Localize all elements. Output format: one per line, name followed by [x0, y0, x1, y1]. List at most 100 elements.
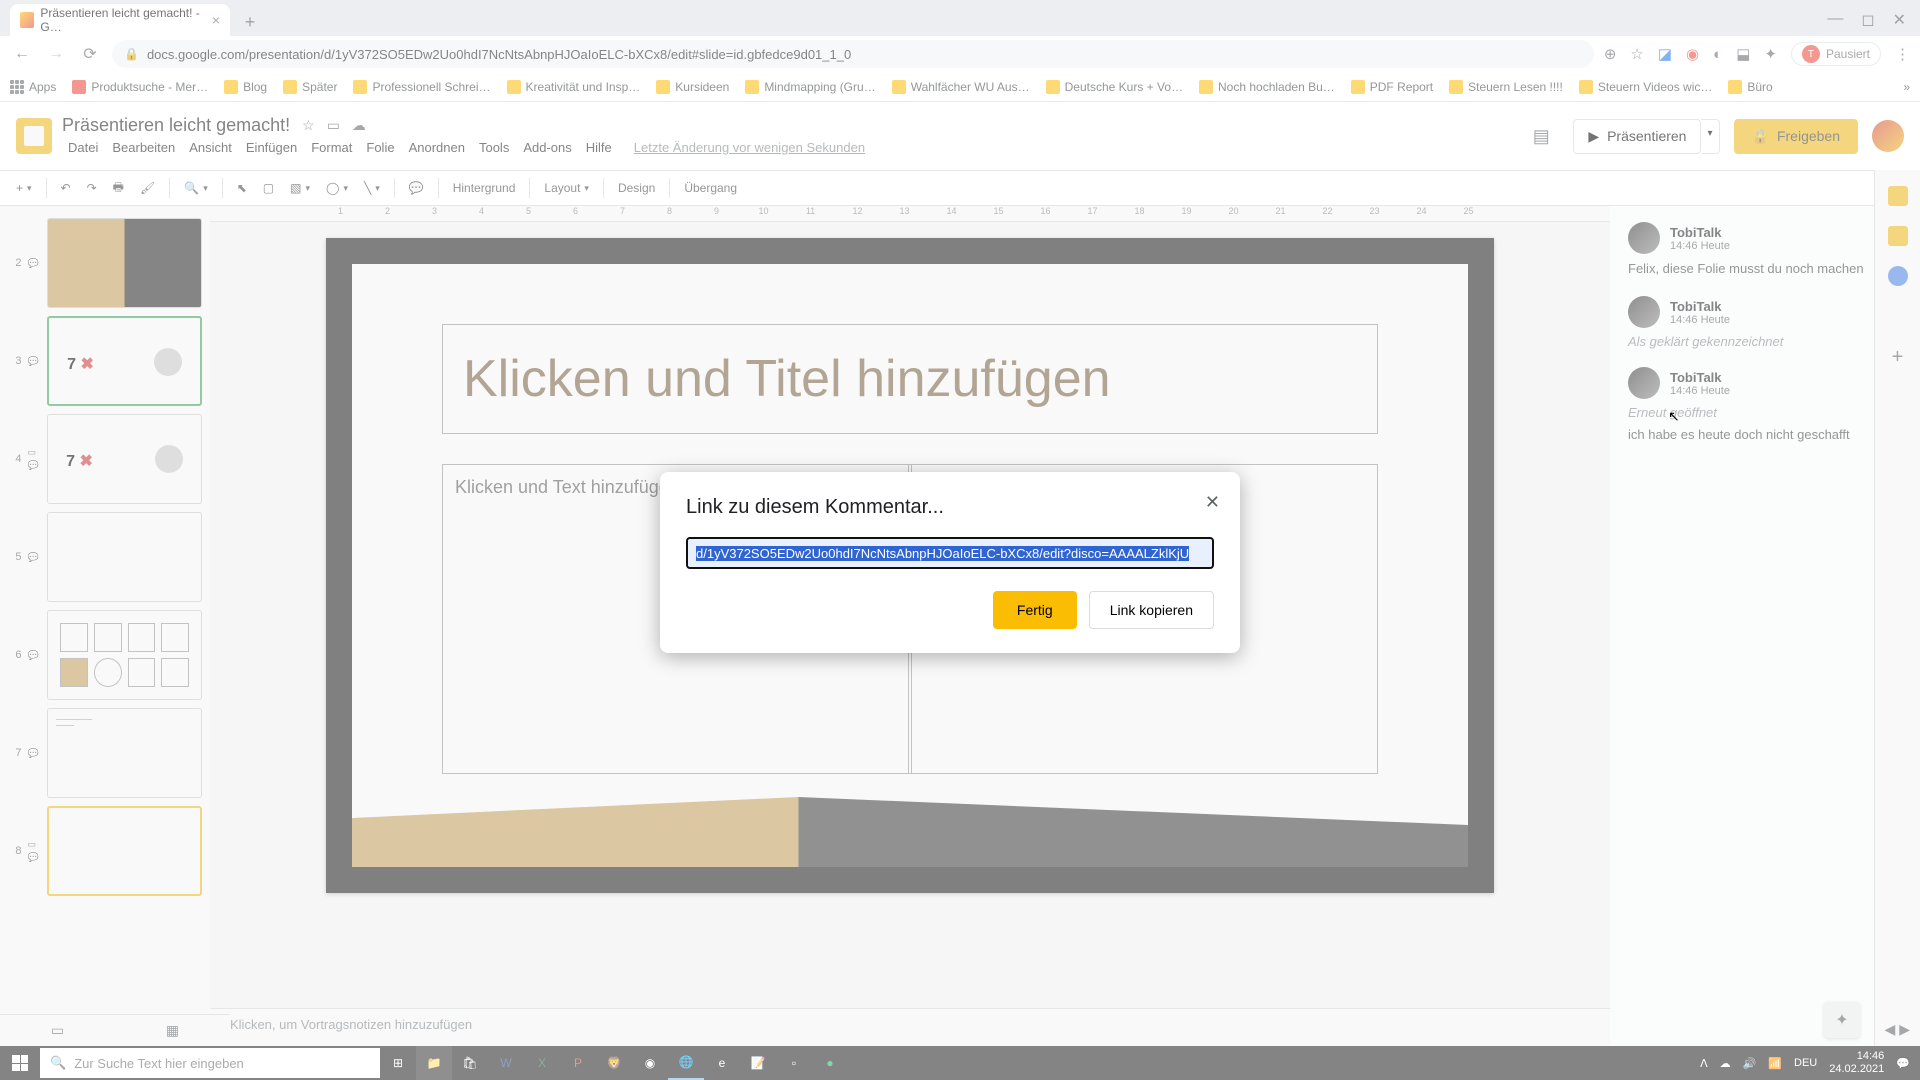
layout-button[interactable]: Layout — [538, 177, 595, 199]
keep-addon-icon[interactable] — [1888, 226, 1908, 246]
slide-thumb[interactable]: ————————— — [47, 708, 202, 798]
comment-tool[interactable]: 💬 — [403, 177, 430, 199]
menu-folie[interactable]: Folie — [360, 138, 400, 157]
start-button[interactable] — [0, 1046, 40, 1080]
filmstrip-view-icon[interactable]: ▭ — [51, 1022, 64, 1039]
notifications-tray-icon[interactable]: 💬 — [1896, 1057, 1910, 1070]
last-change-link[interactable]: Letzte Änderung vor wenigen Sekunden — [628, 138, 871, 157]
volume-tray-icon[interactable]: 🔊 — [1743, 1057, 1757, 1070]
app-icon[interactable]: ▫ — [776, 1046, 812, 1080]
slide-thumb-current[interactable] — [47, 806, 202, 896]
address-bar[interactable]: 🔒 docs.google.com/presentation/d/1yV372S… — [112, 40, 1594, 68]
ms-store-icon[interactable]: 🛍 — [452, 1046, 488, 1080]
close-tab-icon[interactable]: × — [212, 12, 220, 28]
grid-view-icon[interactable]: ▦ — [166, 1022, 179, 1039]
new-tab-button[interactable]: + — [236, 8, 264, 36]
print-button[interactable]: 🖶 — [107, 174, 130, 203]
explore-button[interactable]: ✦ — [1824, 1002, 1860, 1038]
next-arrow-icon[interactable]: ▶ — [1899, 1021, 1910, 1037]
ext-icon-3[interactable]: ◐ — [1713, 46, 1722, 63]
language-indicator[interactable]: DEU — [1794, 1057, 1817, 1069]
select-tool[interactable]: ⬉ — [231, 177, 253, 199]
obs-icon[interactable]: ◉ — [632, 1046, 668, 1080]
share-button[interactable]: 🔒 Freigeben — [1734, 119, 1858, 154]
done-button[interactable]: Fertig — [993, 591, 1077, 629]
speaker-notes[interactable]: Klicken, um Vortragsnotizen hinzuzufügen — [210, 1008, 1610, 1046]
menu-hilfe[interactable]: Hilfe — [580, 138, 618, 157]
bookmarks-overflow[interactable]: » — [1903, 80, 1910, 94]
bookmark-item[interactable]: Kursideen — [656, 80, 729, 94]
title-placeholder[interactable]: Klicken und Titel hinzufügen — [442, 324, 1378, 434]
star-icon[interactable]: ☆ — [1630, 45, 1643, 63]
slide-thumb[interactable] — [47, 512, 202, 602]
paint-format-button[interactable]: 🖌 — [134, 177, 161, 199]
calendar-addon-icon[interactable] — [1888, 186, 1908, 206]
reload-button[interactable]: ⟳ — [78, 42, 102, 66]
doc-title[interactable]: Präsentieren leicht gemacht! — [62, 115, 290, 136]
bookmark-item[interactable]: PDF Report — [1351, 80, 1433, 94]
move-doc-icon[interactable]: ▭ — [327, 117, 340, 134]
close-dialog-icon[interactable]: ✕ — [1205, 492, 1220, 513]
bookmark-item[interactable]: Mindmapping (Gru… — [745, 80, 875, 94]
notepad-icon[interactable]: 📝 — [740, 1046, 776, 1080]
minimize-icon[interactable]: — — [1827, 10, 1843, 30]
bookmark-item[interactable]: Büro — [1728, 80, 1772, 94]
explorer-icon[interactable]: 📁 — [416, 1046, 452, 1080]
browser-tab[interactable]: Präsentieren leicht gemacht! - G… × — [10, 4, 230, 36]
ext-icon-2[interactable]: ◉ — [1686, 45, 1699, 63]
wifi-tray-icon[interactable]: 📶 — [1768, 1057, 1782, 1070]
bookmark-item[interactable]: Deutsche Kurs + Vo… — [1046, 80, 1183, 94]
menu-addons[interactable]: Add-ons — [517, 138, 577, 157]
windows-search[interactable]: 🔍 Zur Suche Text hier eingeben — [40, 1048, 380, 1078]
bookmark-item[interactable]: Später — [283, 80, 337, 94]
slide-thumb[interactable] — [47, 218, 202, 308]
menu-einfuegen[interactable]: Einfügen — [240, 138, 303, 157]
comment-link-input[interactable] — [686, 537, 1214, 569]
shape-tool[interactable]: ◯ — [320, 177, 354, 199]
image-tool[interactable]: ▧ — [284, 177, 316, 199]
brave-icon[interactable]: 🦁 — [596, 1046, 632, 1080]
design-button[interactable]: Design — [612, 177, 661, 199]
slide-filmstrip[interactable]: 2💬 3💬7 ✖ 4▭💬7 ✖ 5💬 6💬 7💬————————— 8▭💬 — [0, 206, 210, 1046]
new-slide-button[interactable]: + — [10, 177, 38, 199]
bookmark-item[interactable]: Kreativität und Insp… — [507, 80, 641, 94]
word-icon[interactable]: W — [488, 1046, 524, 1080]
account-avatar[interactable] — [1872, 120, 1904, 152]
menu-ansicht[interactable]: Ansicht — [183, 138, 238, 157]
bookmark-item[interactable]: Produktsuche - Mer… — [72, 80, 208, 94]
slide-thumb[interactable]: 7 ✖ — [47, 316, 202, 406]
task-view-icon[interactable]: ⊞ — [380, 1046, 416, 1080]
background-button[interactable]: Hintergrund — [447, 177, 522, 199]
bookmark-item[interactable]: Wahlfächer WU Aus… — [892, 80, 1030, 94]
slide-thumb[interactable] — [47, 610, 202, 700]
onedrive-tray-icon[interactable]: ☁ — [1720, 1057, 1731, 1070]
forward-button[interactable]: → — [44, 42, 68, 66]
add-addon-icon[interactable]: + — [1892, 346, 1904, 369]
textbox-tool[interactable]: ▢ — [257, 177, 280, 199]
slide-thumb[interactable]: 7 ✖ — [47, 414, 202, 504]
present-dropdown[interactable]: ▾ — [1701, 119, 1719, 154]
zoom-icon[interactable]: ⊕ — [1604, 45, 1617, 63]
transition-button[interactable]: Übergang — [678, 177, 743, 199]
tasks-addon-icon[interactable] — [1888, 266, 1908, 286]
chrome-icon[interactable]: 🌐 — [668, 1046, 704, 1080]
browser-menu-icon[interactable]: ⋮ — [1895, 45, 1910, 63]
menu-datei[interactable]: Datei — [62, 138, 104, 157]
ext-icon-4[interactable]: ⬓ — [1736, 45, 1750, 63]
excel-icon[interactable]: X — [524, 1046, 560, 1080]
ext-icon-1[interactable]: ◪ — [1658, 45, 1672, 63]
slides-logo[interactable] — [16, 118, 52, 154]
zoom-button[interactable]: 🔍 — [178, 177, 213, 199]
copy-link-button[interactable]: Link kopieren — [1089, 591, 1214, 629]
bookmark-item[interactable]: Steuern Lesen !!!! — [1449, 80, 1563, 94]
extensions-icon[interactable]: ✦ — [1764, 45, 1777, 63]
apps-bookmark[interactable]: Apps — [10, 80, 56, 94]
menu-bearbeiten[interactable]: Bearbeiten — [106, 138, 181, 157]
edge-icon[interactable]: e — [704, 1046, 740, 1080]
comments-history-icon[interactable]: ▤ — [1523, 118, 1559, 154]
star-doc-icon[interactable]: ☆ — [302, 117, 315, 134]
menu-tools[interactable]: Tools — [473, 138, 515, 157]
bookmark-item[interactable]: Noch hochladen Bu… — [1199, 80, 1335, 94]
powerpoint-icon[interactable]: P — [560, 1046, 596, 1080]
bookmark-item[interactable]: Professionell Schrei… — [353, 80, 490, 94]
